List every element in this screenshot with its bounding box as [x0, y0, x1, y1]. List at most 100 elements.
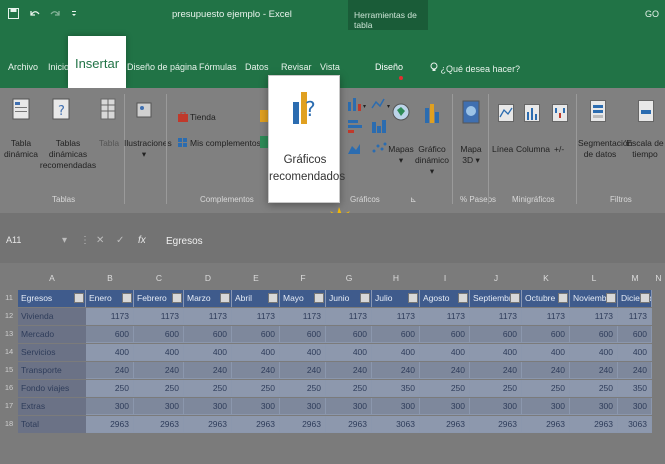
table-cell[interactable]: 300 [326, 398, 372, 415]
insert-function-icon[interactable]: fx [138, 235, 146, 246]
table-header-cell[interactable]: Abril [232, 290, 280, 307]
table-cell[interactable]: 1173 [326, 308, 372, 325]
table-cell[interactable]: 1173 [184, 308, 232, 325]
table-cell[interactable]: 400 [618, 344, 652, 361]
3d-map-button[interactable]: Mapa 3D ▾ [456, 144, 486, 166]
tab-vista[interactable]: Vista [320, 62, 340, 72]
filter-dropdown-icon[interactable] [172, 293, 182, 303]
table-cell[interactable]: 3063 [618, 416, 652, 433]
column-header[interactable]: A [18, 270, 86, 286]
table-button[interactable]: Tabla [98, 138, 120, 149]
recommended-pivot-button[interactable]: Tablas dinámicas recomendadas [38, 138, 98, 171]
column-header[interactable]: N [652, 270, 665, 286]
cancel-icon[interactable]: ✕ [96, 235, 104, 246]
tab-formulas[interactable]: Fórmulas [199, 62, 237, 72]
table-cell[interactable]: 350 [618, 380, 652, 397]
table-header-cell[interactable]: Septiembre [470, 290, 522, 307]
formula-input[interactable]: Egresos [166, 236, 203, 247]
table-cell[interactable]: 1173 [470, 308, 522, 325]
maps-button[interactable]: Mapas ▾ [388, 144, 414, 166]
table-header-cell[interactable]: Febrero [134, 290, 184, 307]
column-header[interactable]: J [470, 270, 522, 286]
table-header-cell[interactable]: Agosto [420, 290, 470, 307]
table-cell[interactable]: 300 [420, 398, 470, 415]
table-cell[interactable]: 250 [86, 380, 134, 397]
table-cell[interactable]: 250 [134, 380, 184, 397]
table-cell[interactable]: 240 [470, 362, 522, 379]
table-cell[interactable]: 300 [470, 398, 522, 415]
table-cell[interactable]: 250 [326, 380, 372, 397]
filter-dropdown-icon[interactable] [408, 293, 418, 303]
tab-diseno-pagina[interactable]: Diseño de página [127, 62, 197, 72]
table-cell[interactable]: 2963 [280, 416, 326, 433]
redo-icon[interactable] [50, 8, 61, 22]
table-cell[interactable]: 400 [372, 344, 420, 361]
table-cell[interactable]: 400 [470, 344, 522, 361]
table-header-cell[interactable]: Noviembre [570, 290, 618, 307]
illustrations-button[interactable]: Ilustraciones ▾ [124, 138, 172, 160]
table-row-label[interactable]: Vivienda [18, 308, 86, 325]
name-box[interactable]: A11 [6, 235, 21, 245]
row-header[interactable]: 15 [0, 365, 18, 374]
table-cell[interactable]: 400 [86, 344, 134, 361]
sparkline-winloss-button[interactable]: +/- [554, 144, 564, 155]
table-cell[interactable]: 240 [280, 362, 326, 379]
filter-dropdown-icon[interactable] [360, 293, 370, 303]
table-header-cell[interactable]: Junio [326, 290, 372, 307]
filter-dropdown-icon[interactable] [220, 293, 230, 303]
sparkline-column-button[interactable]: Columna [516, 144, 550, 155]
table-cell[interactable]: 2963 [86, 416, 134, 433]
table-header-cell[interactable]: Egresos [18, 290, 86, 307]
table-cell[interactable]: 2963 [134, 416, 184, 433]
table-cell[interactable]: 600 [134, 326, 184, 343]
table-cell[interactable]: 300 [184, 398, 232, 415]
table-header-cell[interactable]: Enero [86, 290, 134, 307]
column-header[interactable]: L [570, 270, 618, 286]
table-cell[interactable]: 3063 [372, 416, 420, 433]
table-cell[interactable]: 300 [372, 398, 420, 415]
table-cell[interactable]: 2963 [470, 416, 522, 433]
table-cell[interactable]: 300 [280, 398, 326, 415]
table-cell[interactable]: 2963 [522, 416, 570, 433]
tab-inicio[interactable]: Inicio [48, 62, 69, 72]
table-cell[interactable]: 240 [570, 362, 618, 379]
table-row-label[interactable]: Mercado [18, 326, 86, 343]
table-cell[interactable]: 600 [420, 326, 470, 343]
table-cell[interactable]: 250 [232, 380, 280, 397]
table-row-label[interactable]: Total [18, 416, 86, 433]
table-cell[interactable]: 250 [570, 380, 618, 397]
row-header[interactable]: 11 [0, 293, 18, 302]
table-cell[interactable]: 400 [232, 344, 280, 361]
table-header-cell[interactable]: Marzo [184, 290, 232, 307]
table-cell[interactable]: 1173 [86, 308, 134, 325]
tab-datos[interactable]: Datos [245, 62, 269, 72]
table-cell[interactable]: 2963 [184, 416, 232, 433]
table-cell[interactable]: 600 [470, 326, 522, 343]
table-cell[interactable]: 600 [522, 326, 570, 343]
table-cell[interactable]: 600 [326, 326, 372, 343]
table-cell[interactable]: 1173 [570, 308, 618, 325]
table-cell[interactable]: 1173 [618, 308, 652, 325]
slicer-button[interactable]: Segmentación de datos [578, 138, 632, 160]
save-icon[interactable] [8, 8, 19, 22]
table-cell[interactable]: 250 [280, 380, 326, 397]
timeline-button[interactable]: Escala de tiempo [624, 138, 665, 160]
table-cell[interactable]: 400 [184, 344, 232, 361]
table-cell[interactable]: 350 [372, 380, 420, 397]
table-cell[interactable]: 250 [184, 380, 232, 397]
table-row-label[interactable]: Servicios [18, 344, 86, 361]
table-cell[interactable]: 600 [86, 326, 134, 343]
filter-dropdown-icon[interactable] [510, 293, 520, 303]
table-row-label[interactable]: Extras [18, 398, 86, 415]
tell-me-search[interactable]: ¿Qué desea hacer? [430, 62, 520, 74]
column-header[interactable]: M [618, 270, 652, 286]
customize-icon[interactable] [71, 8, 77, 22]
column-header[interactable]: B [86, 270, 134, 286]
column-header[interactable]: E [232, 270, 280, 286]
table-cell[interactable]: 2963 [326, 416, 372, 433]
table-cell[interactable]: 1173 [420, 308, 470, 325]
column-header[interactable]: F [280, 270, 326, 286]
table-cell[interactable]: 250 [522, 380, 570, 397]
table-header-cell[interactable]: Octubre [522, 290, 570, 307]
table-cell[interactable]: 240 [618, 362, 652, 379]
